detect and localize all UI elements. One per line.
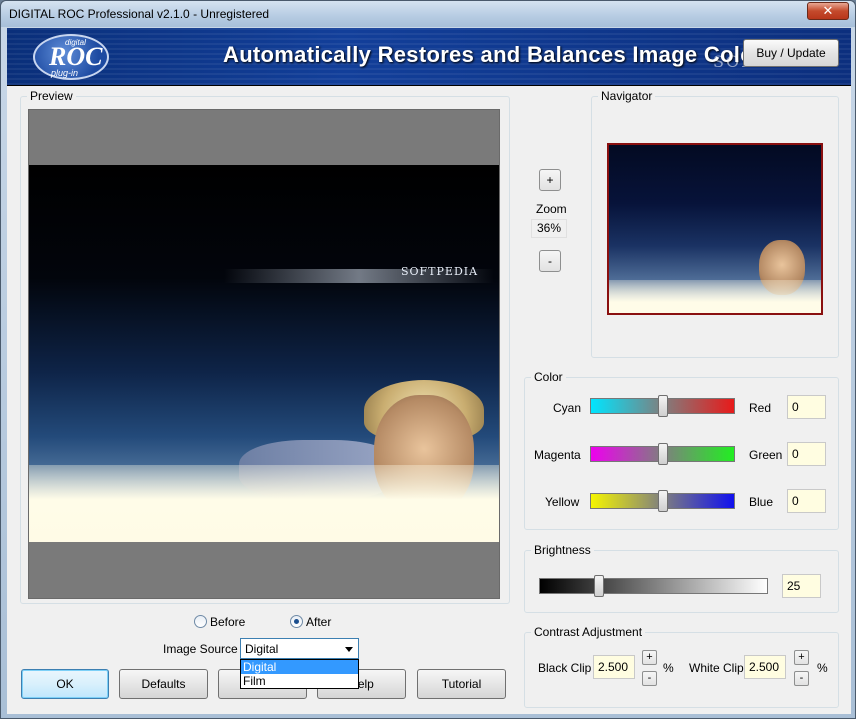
tutorial-button[interactable]: Tutorial [417, 669, 506, 699]
navigator-label: Navigator [598, 89, 656, 103]
dropdown-option-digital[interactable]: Digital [241, 660, 358, 674]
preview-frame[interactable]: SOFTPEDIA [28, 109, 500, 599]
image-source-dropdown[interactable]: Digital Film [240, 659, 359, 689]
preview-group: Preview SOFTPEDIA [20, 89, 510, 604]
navigator-thumbnail[interactable] [607, 143, 823, 315]
ok-button[interactable]: OK [21, 669, 109, 699]
preview-image: SOFTPEDIA [29, 165, 499, 542]
yellow-blue-value[interactable]: 0 [787, 489, 826, 513]
color-label: Color [531, 370, 566, 384]
brightness-slider[interactable] [539, 578, 768, 594]
magenta-label: Magenta [534, 448, 581, 462]
blue-label: Blue [749, 495, 774, 509]
yellow-blue-thumb[interactable] [658, 490, 668, 512]
before-label[interactable]: Before [210, 615, 245, 629]
zoom-value: 36% [531, 219, 567, 238]
photo-watermark-text: SOFTPEDIA [401, 265, 479, 278]
app-window: DIGITAL ROC Professional v2.1.0 - Unregi… [0, 0, 856, 719]
after-label[interactable]: After [306, 615, 331, 629]
zoom-out-button[interactable]: - [539, 250, 561, 272]
black-clip-plus-button[interactable]: + [642, 650, 657, 665]
title-bar[interactable]: DIGITAL ROC Professional v2.1.0 - Unregi… [1, 1, 855, 27]
zoom-in-button[interactable]: + [539, 169, 561, 191]
zoom-label: Zoom [536, 202, 567, 216]
banner-headline: Automatically Restores and Balances Imag… [223, 42, 763, 67]
white-clip-percent: % [817, 661, 828, 675]
white-clip-value[interactable]: 2.500 [744, 655, 786, 679]
cyan-label: Cyan [553, 401, 582, 415]
white-clip-minus-button[interactable]: - [794, 671, 809, 686]
close-icon: ✕ [822, 3, 834, 18]
dropdown-option-film[interactable]: Film [241, 674, 358, 688]
cyan-red-thumb[interactable] [658, 395, 668, 417]
brightness-value[interactable]: 25 [782, 574, 821, 598]
banner: digital ROC plug-in Automatically Restor… [7, 28, 851, 86]
defaults-button[interactable]: Defaults [119, 669, 208, 699]
before-radio[interactable] [194, 615, 207, 628]
white-clip-plus-button[interactable]: + [794, 650, 809, 665]
photo-foam [29, 465, 499, 542]
magenta-green-thumb[interactable] [658, 443, 668, 465]
after-radio[interactable] [290, 615, 303, 628]
chevron-down-icon [345, 647, 353, 652]
image-source-label: Image Source [163, 642, 238, 656]
roc-logo: digital ROC plug-in [33, 34, 109, 80]
image-source-value: Digital [245, 642, 279, 656]
contrast-label: Contrast Adjustment [531, 625, 646, 639]
black-clip-label: Black Clip [538, 661, 592, 675]
magenta-green-value[interactable]: 0 [787, 442, 826, 466]
navigator-foam [609, 280, 821, 313]
window-title: DIGITAL ROC Professional v2.1.0 - Unregi… [9, 7, 270, 21]
brightness-label: Brightness [531, 543, 594, 557]
black-clip-percent: % [663, 661, 674, 675]
white-clip-label: White Clip [689, 661, 744, 675]
cyan-red-value[interactable]: 0 [787, 395, 826, 419]
logo-plugin-text: plug-in [51, 68, 79, 78]
red-label: Red [749, 401, 772, 415]
black-clip-value[interactable]: 2.500 [593, 655, 635, 679]
green-label: Green [749, 448, 783, 462]
brightness-thumb[interactable] [594, 575, 604, 597]
preview-label: Preview [27, 89, 76, 103]
yellow-label: Yellow [545, 495, 580, 509]
image-source-select[interactable]: Digital [240, 638, 359, 659]
buy-update-button[interactable]: Buy / Update [743, 39, 839, 67]
client-area: digital ROC plug-in Automatically Restor… [7, 28, 851, 714]
close-button[interactable]: ✕ [807, 2, 849, 20]
black-clip-minus-button[interactable]: - [642, 671, 657, 686]
